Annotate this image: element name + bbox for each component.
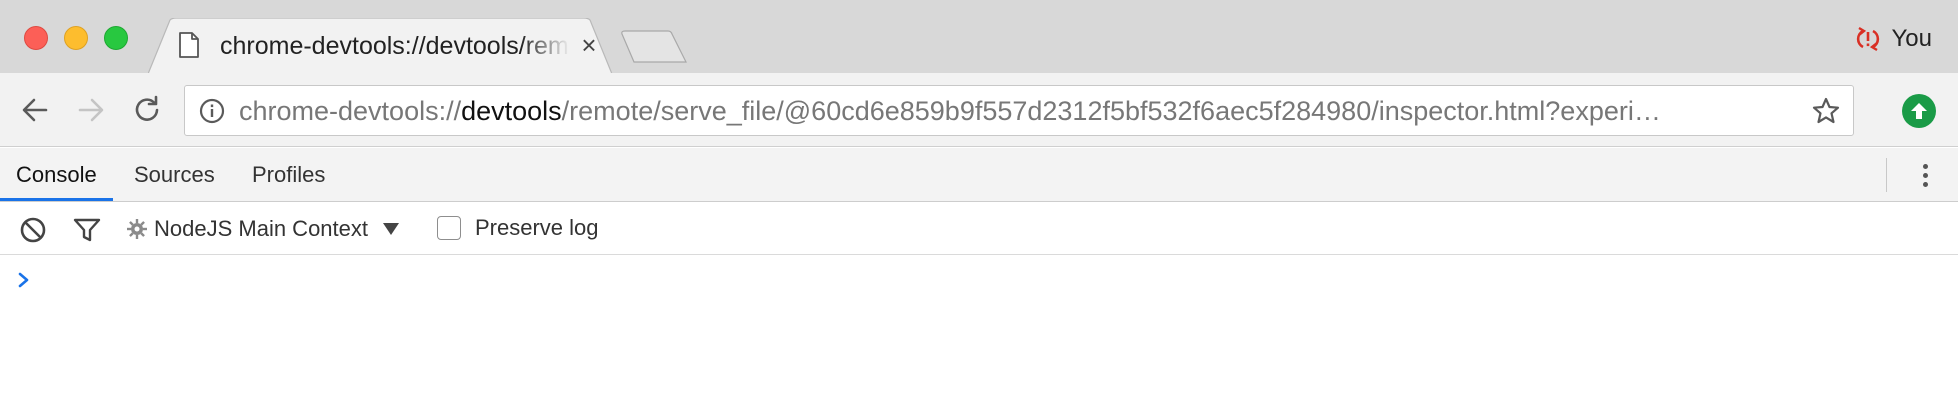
url-scheme: chrome-devtools:// xyxy=(239,96,462,126)
address-bar[interactable]: chrome-devtools://devtools/remote/serve_… xyxy=(184,85,1854,136)
filter-icon[interactable] xyxy=(72,215,102,245)
gear-icon xyxy=(127,219,147,239)
new-tab-button[interactable] xyxy=(620,30,690,64)
document-icon xyxy=(179,32,199,58)
reload-icon xyxy=(135,95,159,121)
console-toolbar: NodeJS Main Context Preserve log xyxy=(0,203,1958,255)
console-input[interactable] xyxy=(44,268,1924,294)
devtools-tab-strip: Console Sources Profiles xyxy=(0,148,1958,202)
sync-error-icon xyxy=(1856,26,1879,52)
context-selector[interactable]: NodeJS Main Context xyxy=(126,213,400,245)
reload-button[interactable] xyxy=(128,91,166,129)
preserve-log-checkbox[interactable] xyxy=(437,216,461,240)
back-button[interactable] xyxy=(16,91,54,129)
back-arrow-icon xyxy=(22,98,48,122)
preserve-log-label: Preserve log xyxy=(475,215,599,240)
forward-button[interactable] xyxy=(72,91,110,129)
url-text[interactable]: chrome-devtools://devtools/remote/serve_… xyxy=(239,95,1779,127)
tab-profiles[interactable]: Profiles xyxy=(236,148,341,201)
minimize-window-button[interactable] xyxy=(64,26,88,50)
zoom-window-button[interactable] xyxy=(104,26,128,50)
chevron-down-icon xyxy=(383,223,399,235)
title-bar: chrome-devtools://devtools/remote/serve_… xyxy=(0,0,1958,74)
context-label: NodeJS Main Context xyxy=(154,216,368,241)
browser-tab-active[interactable]: chrome-devtools://devtools/remote/serve_… xyxy=(148,18,618,74)
more-options-icon[interactable] xyxy=(1910,158,1940,192)
profile-label: You xyxy=(1891,25,1933,52)
tab-console[interactable]: Console xyxy=(0,148,113,201)
forward-arrow-icon xyxy=(78,98,104,122)
preserve-log-option[interactable]: Preserve log xyxy=(437,215,599,241)
close-window-button[interactable] xyxy=(24,26,48,50)
tab-sources[interactable]: Sources xyxy=(118,148,231,201)
profile-button[interactable]: You xyxy=(1854,24,1933,54)
star-icon[interactable] xyxy=(1811,96,1841,126)
tab-title: chrome-devtools://devtools/remote/serve_… xyxy=(220,32,570,60)
prompt-chevron-icon xyxy=(18,272,29,288)
tab-close-button[interactable]: × xyxy=(576,32,602,58)
browser-toolbar: chrome-devtools://devtools/remote/serve_… xyxy=(0,73,1958,147)
toolbar-divider xyxy=(1886,158,1887,192)
update-arrow-icon xyxy=(1911,103,1927,119)
info-icon[interactable] xyxy=(199,98,225,124)
clear-console-icon[interactable] xyxy=(18,215,48,245)
url-path: /remote/serve_file/@60cd6e859b9f557d2312… xyxy=(561,96,1661,126)
update-button[interactable] xyxy=(1902,94,1936,128)
console-panel xyxy=(0,256,1958,414)
url-host: devtools xyxy=(461,96,562,126)
